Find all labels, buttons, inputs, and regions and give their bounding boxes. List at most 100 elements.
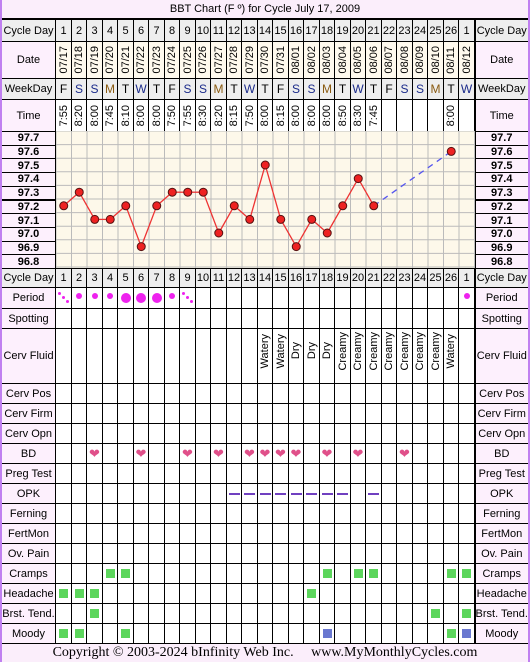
cerv-firm-cell	[118, 404, 133, 423]
opk-negative-icon	[259, 492, 271, 495]
ov-pain-cell	[273, 544, 288, 563]
cycle-day2-cell: 7	[149, 269, 164, 287]
period-cell	[149, 288, 164, 308]
spotting-cell	[351, 309, 365, 328]
preg-test-cell	[382, 464, 396, 483]
date-cell: 07/30	[258, 42, 272, 78]
time-text: 8:15	[228, 104, 240, 127]
opk-cell	[118, 484, 133, 503]
date-text: 07/25	[181, 46, 194, 74]
period-cell	[227, 288, 241, 308]
bd-cell	[118, 444, 133, 463]
temperature-point	[307, 214, 317, 224]
opk-cell	[289, 484, 303, 503]
date-text: 07/17	[57, 46, 70, 74]
cerv-opn-cell	[459, 424, 474, 443]
preg-test-cell	[397, 464, 412, 483]
cycle-day2-cell: 2	[72, 269, 86, 287]
spotting-cell	[72, 309, 86, 328]
cerv-firm-cell	[413, 404, 427, 423]
brst-tend-cell	[382, 604, 396, 623]
weekday-cell: T	[258, 79, 272, 99]
time-cell: 8:00	[304, 100, 319, 131]
ferning-cell	[56, 504, 71, 523]
cramps-marker	[353, 569, 363, 578]
spotting-cell	[180, 309, 195, 328]
opk-cell	[258, 484, 272, 503]
cerv-firm-cell	[258, 404, 272, 423]
preg-test-cell	[118, 464, 133, 483]
preg-test-cell	[258, 464, 272, 483]
time-text: 8:10	[119, 104, 132, 127]
heart-icon: ❤	[275, 446, 286, 461]
cycle-day-cell: 1	[459, 20, 474, 41]
moody-cell	[165, 624, 179, 643]
cramps-marker	[369, 569, 378, 578]
cerv-firm-cell	[273, 404, 288, 423]
cycle-day2-cell: 9	[180, 269, 195, 287]
cerv-fluid-cell	[180, 329, 195, 383]
temp-label-right: 97.2	[475, 200, 528, 214]
cerv-opn-cell	[335, 424, 350, 443]
cerv-pos-cell	[211, 384, 226, 403]
cerv-opn-cell	[382, 424, 396, 443]
opk-negative-icon	[337, 492, 348, 495]
headache-cell	[227, 584, 241, 603]
opk-cell	[304, 484, 319, 503]
heart-icon: ❤	[352, 446, 364, 461]
moody-marker	[74, 629, 84, 638]
temperature-point	[152, 201, 162, 211]
weekday-cell: W	[134, 79, 148, 99]
spot-dot-icon	[190, 300, 193, 303]
time-text: 7:45	[367, 104, 380, 127]
fertmon-cell	[258, 524, 272, 543]
time-cell: 8:00	[87, 100, 102, 131]
ferning-cell	[382, 504, 396, 523]
preg-test-cell	[242, 464, 257, 483]
ferning-cell	[351, 504, 365, 523]
row-label-bd: BD	[2, 444, 55, 463]
cerv-firm-cell	[289, 404, 303, 423]
date-text: 08/10	[429, 46, 442, 74]
fertmon-cell	[180, 524, 195, 543]
cerv-opn-cell	[242, 424, 257, 443]
time-text: 8:20	[212, 104, 225, 127]
row-label-right-fertmon: FertMon	[475, 524, 528, 543]
ferning-cell	[459, 504, 474, 523]
cerv-firm-cell	[180, 404, 195, 423]
date-text: 07/31	[274, 46, 287, 74]
cycle-day-cell: 25	[428, 20, 443, 41]
bd-cell	[165, 444, 179, 463]
period-cell	[335, 288, 350, 308]
opk-cell	[335, 484, 350, 503]
opk-cell	[242, 484, 257, 503]
fertmon-cell	[428, 524, 443, 543]
brst-tend-cell	[273, 604, 288, 623]
cerv-pos-cell	[351, 384, 365, 403]
cerv-firm-cell	[444, 404, 458, 423]
time-cell: 8:30	[196, 100, 210, 131]
cerv-firm-cell	[382, 404, 396, 423]
temperature-point	[167, 187, 177, 197]
cramps-marker	[105, 569, 115, 578]
bd-cell: ❤	[351, 444, 365, 463]
cerv-fluid-cell: Creamy	[397, 329, 412, 383]
cramps-cell	[397, 564, 412, 583]
ferning-cell	[180, 504, 195, 523]
period-light-dot	[463, 292, 470, 299]
ov-pain-cell	[72, 544, 86, 563]
cerv-pos-cell	[382, 384, 396, 403]
date-text: 07/30	[259, 46, 271, 74]
cerv-opn-cell	[56, 424, 71, 443]
date-text: 08/05	[352, 46, 364, 74]
brst-tend-cell	[289, 604, 303, 623]
date-cell: 08/06	[366, 42, 381, 78]
cerv-fluid-text: Watery	[259, 333, 271, 369]
row-label-fertmon: FertMon	[2, 524, 55, 543]
fertmon-cell	[103, 524, 117, 543]
brst-tend-cell	[211, 604, 226, 623]
date-cell: 07/17	[56, 42, 71, 78]
cycle-day-cell: 22	[382, 20, 396, 41]
cramps-cell	[196, 564, 210, 583]
spotting-cell	[397, 309, 412, 328]
